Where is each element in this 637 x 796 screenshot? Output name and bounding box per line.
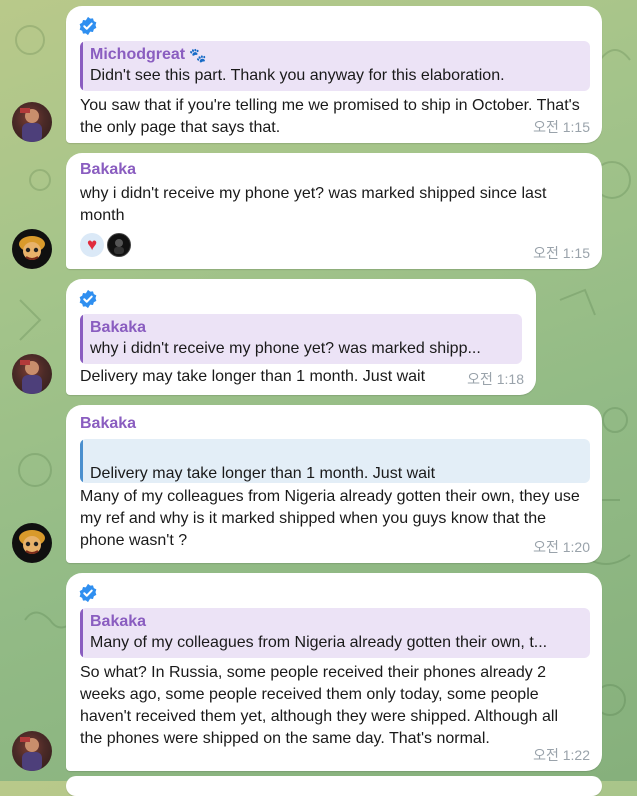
message-bubble[interactable]: Bakaka why i didn't receive my phone yet…: [66, 279, 536, 395]
avatar-person-icon: [20, 360, 42, 394]
message-bubble[interactable]: Bakaka Many of my colleagues from Nigeri…: [66, 573, 602, 771]
quote-author: Michodgreat: [90, 46, 186, 63]
verified-badge-icon: [79, 289, 97, 309]
avatar[interactable]: [12, 229, 52, 269]
avatar-character-icon: [19, 236, 45, 260]
heart-reaction-icon[interactable]: ♥: [80, 233, 104, 257]
reply-quote[interactable]: Michodgreat 🐾 Didn't see this part. Than…: [80, 41, 590, 91]
quote-text: Many of my colleagues from Nigeria alrea…: [90, 634, 548, 651]
message-bubble-partial[interactable]: [66, 776, 602, 796]
message-text: why i didn't receive my phone yet? was m…: [80, 185, 547, 224]
reply-quote[interactable]: Bakaka Many of my colleagues from Nigeri…: [80, 608, 590, 658]
quote-text: Delivery may take longer than 1 month. J…: [90, 465, 436, 482]
reactions: ♥: [80, 233, 590, 257]
quote-author: Bakaka: [90, 319, 147, 336]
quote-author: Bakaka: [90, 613, 147, 630]
avatar[interactable]: [12, 523, 52, 563]
reply-quote[interactable]: Delivery may take longer than 1 month. J…: [80, 439, 590, 483]
message-time: 오전 1:15: [533, 245, 590, 261]
avatar[interactable]: [12, 102, 52, 142]
reactor-avatar[interactable]: [107, 233, 131, 257]
avatar-person-icon: [20, 737, 42, 771]
message-text: Many of my colleagues from Nigeria alrea…: [80, 488, 580, 549]
avatar-person-icon: [20, 108, 42, 142]
quote-text: why i didn't receive my phone yet? was m…: [90, 340, 481, 357]
message-text: Delivery may take longer than 1 month. J…: [80, 368, 426, 385]
message-time: 오전 1:20: [533, 539, 590, 555]
message-bubble[interactable]: Bakaka why i didn't receive my phone yet…: [66, 153, 602, 269]
paw-emoji-icon: 🐾: [189, 47, 207, 63]
avatar-character-icon: [19, 530, 45, 554]
message-bubble[interactable]: Michodgreat 🐾 Didn't see this part. Than…: [66, 6, 602, 143]
reply-quote[interactable]: Bakaka why i didn't receive my phone yet…: [80, 314, 522, 364]
message-bubble[interactable]: Bakaka Delivery may take longer than 1 m…: [66, 405, 602, 563]
message-text: You saw that if you're telling me we pro…: [80, 97, 580, 136]
message-text: So what? In Russia, some people received…: [80, 664, 559, 747]
quote-author-row: Michodgreat 🐾: [90, 45, 580, 65]
verified-badge-icon: [79, 583, 97, 603]
sender-name: Bakaka: [80, 415, 137, 432]
verified-badge-icon: [79, 16, 97, 36]
chat-area[interactable]: Michodgreat 🐾 Didn't see this part. Than…: [0, 0, 637, 796]
message-time: 오전 1:15: [533, 119, 590, 135]
avatar[interactable]: [12, 354, 52, 394]
message-time: 오전 1:18: [467, 371, 524, 387]
reactor-avatar-icon: [114, 239, 124, 254]
message-time: 오전 1:22: [533, 747, 590, 763]
avatar[interactable]: [12, 731, 52, 771]
sender-name: Bakaka: [80, 161, 137, 178]
quote-text: Didn't see this part. Thank you anyway f…: [90, 67, 505, 84]
